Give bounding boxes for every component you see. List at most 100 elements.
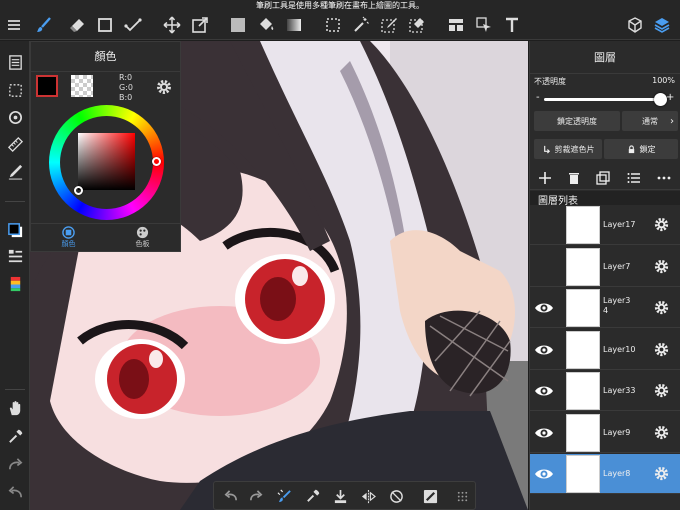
color-palette-icon[interactable]	[4, 273, 26, 295]
layers-icon[interactable]	[651, 14, 673, 36]
saturation-handle[interactable]	[74, 186, 83, 195]
more-icon[interactable]	[657, 171, 671, 185]
green-value: G:0	[119, 83, 133, 92]
rectangle-icon[interactable]	[94, 14, 116, 36]
eye-icon[interactable]	[534, 424, 554, 442]
color-panel: 顏色 R:0 G:0 B:0 顏色 色板	[30, 41, 181, 252]
eye-icon[interactable]	[534, 382, 554, 400]
layer-settings-gear-icon[interactable]	[653, 424, 670, 441]
move-icon[interactable]	[161, 14, 183, 36]
lock-alpha-label: 鎖定透明度	[557, 116, 597, 126]
lock-label: 鎖定	[639, 144, 656, 154]
sub-color-swatch[interactable]	[71, 75, 93, 97]
layer-row[interactable]: Layer7	[530, 246, 680, 287]
list-icon[interactable]	[627, 171, 641, 185]
opacity-slider[interactable]	[544, 93, 667, 106]
document-icon[interactable]	[4, 51, 26, 73]
eye-icon[interactable]	[534, 465, 554, 483]
redo-icon[interactable]	[246, 486, 266, 506]
blue-value: B:0	[119, 93, 133, 102]
chevron-right-icon: ›	[670, 115, 674, 127]
tab-color[interactable]: 顏色	[31, 226, 106, 250]
flip-horizontal-icon[interactable]	[358, 486, 378, 506]
layers-panel: 圖層 不透明度 100% - + 鎖定透明度 通常 › 剪裁遮色片 鎖定 圖層列表…	[529, 41, 680, 510]
layer-actions-row	[530, 166, 680, 190]
opacity-minus[interactable]: -	[536, 92, 540, 103]
snap-icon[interactable]	[420, 486, 440, 506]
menu-icon[interactable]	[3, 14, 25, 36]
divider	[5, 201, 25, 202]
eyedropper-icon[interactable]	[302, 486, 322, 506]
saturation-square[interactable]	[78, 133, 135, 190]
ruler-icon[interactable]	[4, 133, 26, 155]
3d-icon[interactable]	[624, 14, 646, 36]
check-shape-icon[interactable]	[122, 14, 144, 36]
select-pen-icon[interactable]	[378, 14, 400, 36]
add-layer-icon[interactable]	[538, 171, 552, 185]
eye-icon[interactable]	[534, 299, 554, 317]
text-icon[interactable]	[501, 14, 523, 36]
stabilizer-icon[interactable]	[274, 486, 294, 506]
eye-icon[interactable]	[534, 341, 554, 359]
undo-icon[interactable]	[220, 486, 240, 506]
opacity-plus[interactable]: +	[666, 92, 674, 103]
tab-color-label: 顏色	[61, 240, 76, 248]
layer-row[interactable]: Layer17	[530, 205, 680, 245]
undo-icon[interactable]	[4, 481, 26, 503]
layer-settings-gear-icon[interactable]	[653, 382, 670, 399]
magic-wand-icon[interactable]	[350, 14, 372, 36]
redo-icon[interactable]	[4, 453, 26, 475]
layer-name: Layer9	[603, 427, 631, 437]
color-panel-title: 顏色	[31, 42, 180, 72]
layer-settings-gear-icon[interactable]	[653, 216, 670, 233]
opacity-label: 不透明度	[534, 77, 566, 86]
color-swatch-icon[interactable]	[4, 219, 26, 241]
layer-name: Layer33	[603, 386, 636, 395]
tab-palette-label: 色板	[135, 240, 150, 248]
transform-icon[interactable]	[189, 14, 211, 36]
rotate-icon[interactable]	[4, 106, 26, 128]
layer-settings-gear-icon[interactable]	[653, 341, 670, 358]
rotation-lock-icon[interactable]	[386, 486, 406, 506]
select-arrow-icon[interactable]	[473, 14, 495, 36]
fill-square-icon[interactable]	[227, 14, 249, 36]
layer-row[interactable]: Layer33	[530, 371, 680, 411]
clipping-button[interactable]: 剪裁遮色片	[534, 139, 602, 159]
selection-icon[interactable]	[322, 14, 344, 36]
lock-alpha-button[interactable]: 鎖定透明度	[534, 111, 620, 131]
duplicate-layer-icon[interactable]	[596, 171, 610, 185]
layer-settings-gear-icon[interactable]	[653, 299, 670, 316]
color-settings-gear-icon[interactable]	[155, 78, 173, 96]
bottom-quick-toolbar	[213, 481, 476, 510]
hue-handle[interactable]	[152, 157, 161, 166]
layer-row[interactable]: Layer8	[530, 454, 680, 494]
trash-icon[interactable]	[567, 171, 581, 185]
tab-palette[interactable]: 色板	[105, 226, 180, 250]
layer-row[interactable]: Layer3 4	[530, 288, 680, 328]
grid-dots-icon[interactable]	[452, 486, 472, 506]
layer-list-icon[interactable]	[4, 245, 26, 267]
layer-settings-gear-icon[interactable]	[653, 258, 670, 275]
import-icon[interactable]	[330, 486, 350, 506]
eraser-icon[interactable]	[66, 14, 88, 36]
layer-name: Layer7	[603, 261, 631, 271]
layout-icon[interactable]	[445, 14, 467, 36]
lock-button[interactable]: 鎖定	[604, 139, 678, 159]
bucket-icon[interactable]	[255, 14, 277, 36]
blend-mode-button[interactable]: 通常 ›	[622, 111, 678, 131]
hand-icon[interactable]	[4, 397, 26, 419]
layer-row[interactable]: Layer9	[530, 412, 680, 453]
pen-correction-icon[interactable]	[4, 160, 26, 182]
layer-settings-gear-icon[interactable]	[653, 465, 670, 482]
layer-row[interactable]: Layer10	[530, 329, 680, 370]
eyedropper-icon[interactable]	[4, 425, 26, 447]
select-eraser-icon[interactable]	[406, 14, 428, 36]
main-color-swatch[interactable]	[36, 75, 58, 97]
selection-layer-icon[interactable]	[4, 79, 26, 101]
gradient-icon[interactable]	[283, 14, 305, 36]
brush-icon[interactable]	[33, 14, 55, 36]
tooltip-text: 筆刷工具是使用多種筆刷在畫布上繪圖的工具。	[256, 1, 424, 10]
layer-thumbnail	[566, 247, 600, 286]
layers-panel-title: 圖層	[530, 41, 680, 74]
color-panel-tabs: 顏色 色板	[31, 223, 180, 251]
